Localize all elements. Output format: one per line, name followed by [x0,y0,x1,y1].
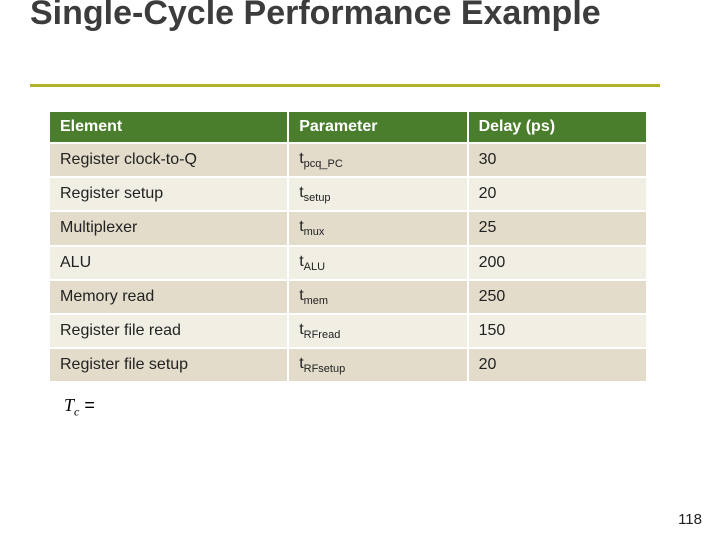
cell-parameter: tRFsetup [288,348,467,382]
col-delay: Delay (ps) [468,111,647,143]
table-row: Memory read tmem 250 [49,280,647,314]
cell-element: Register file setup [49,348,288,382]
cell-delay: 200 [468,246,647,280]
cell-parameter: tpcq_PC [288,143,467,177]
cell-parameter: tALU [288,246,467,280]
cell-delay: 25 [468,211,647,245]
cell-parameter: tmem [288,280,467,314]
cell-element: Register clock-to-Q [49,143,288,177]
slide-title: Single-Cycle Performance Example [30,0,690,39]
cell-delay: 20 [468,348,647,382]
delay-table-wrap: Element Parameter Delay (ps) Register cl… [48,110,648,383]
delay-table: Element Parameter Delay (ps) Register cl… [48,110,648,383]
cell-parameter: tsetup [288,177,467,211]
slide: Single-Cycle Performance Example Element… [0,0,720,540]
table-row: Register file read tRFread 150 [49,314,647,348]
cycle-time-formula: Tc = [64,395,95,420]
cell-element: Register setup [49,177,288,211]
cell-delay: 150 [468,314,647,348]
table-row: Register setup tsetup 20 [49,177,647,211]
cell-parameter: tmux [288,211,467,245]
table-row: Multiplexer tmux 25 [49,211,647,245]
cell-delay: 30 [468,143,647,177]
col-parameter: Parameter [288,111,467,143]
col-element: Element [49,111,288,143]
cell-element: Register file read [49,314,288,348]
title-underline [30,84,660,87]
cell-delay: 20 [468,177,647,211]
cell-parameter: tRFread [288,314,467,348]
table-header-row: Element Parameter Delay (ps) [49,111,647,143]
page-number: 118 [678,511,702,528]
title-block: Single-Cycle Performance Example [30,0,690,39]
table-row: Register clock-to-Q tpcq_PC 30 [49,143,647,177]
table-row: Register file setup tRFsetup 20 [49,348,647,382]
cell-element: ALU [49,246,288,280]
table-row: ALU tALU 200 [49,246,647,280]
cell-delay: 250 [468,280,647,314]
cell-element: Multiplexer [49,211,288,245]
cell-element: Memory read [49,280,288,314]
